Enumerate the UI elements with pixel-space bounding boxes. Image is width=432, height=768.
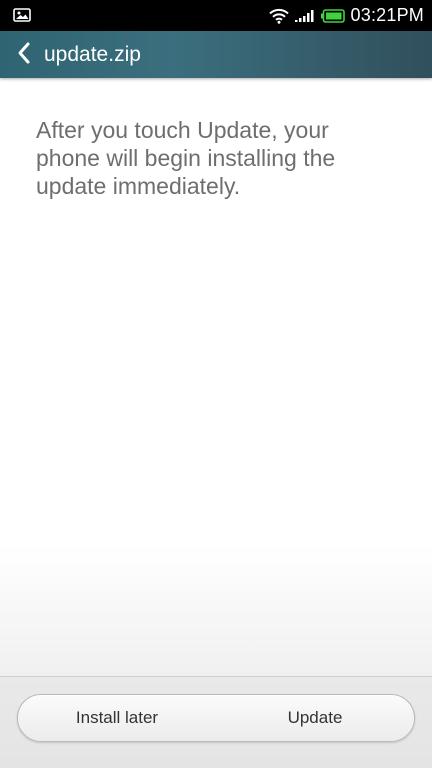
wifi-icon: [268, 8, 289, 24]
title-bar: update.zip: [0, 31, 432, 78]
install-later-button[interactable]: Install later: [18, 695, 216, 741]
signal-icon: [294, 9, 315, 23]
image-icon: [13, 8, 31, 22]
battery-icon: [320, 8, 345, 23]
back-button[interactable]: [6, 35, 42, 75]
page-title: update.zip: [44, 43, 141, 66]
status-bar: 03:21PM: [0, 0, 432, 31]
content-area: After you touch Update, your phone will …: [0, 78, 432, 676]
update-button[interactable]: Update: [216, 695, 414, 741]
bottom-action-bar: Install later Update: [0, 676, 432, 768]
action-button-group: Install later Update: [17, 694, 415, 742]
chevron-left-icon: [16, 41, 32, 70]
status-time: 03:21PM: [350, 5, 424, 25]
update-message: After you touch Update, your phone will …: [36, 117, 336, 199]
status-icons: 03:21PM: [268, 0, 424, 31]
